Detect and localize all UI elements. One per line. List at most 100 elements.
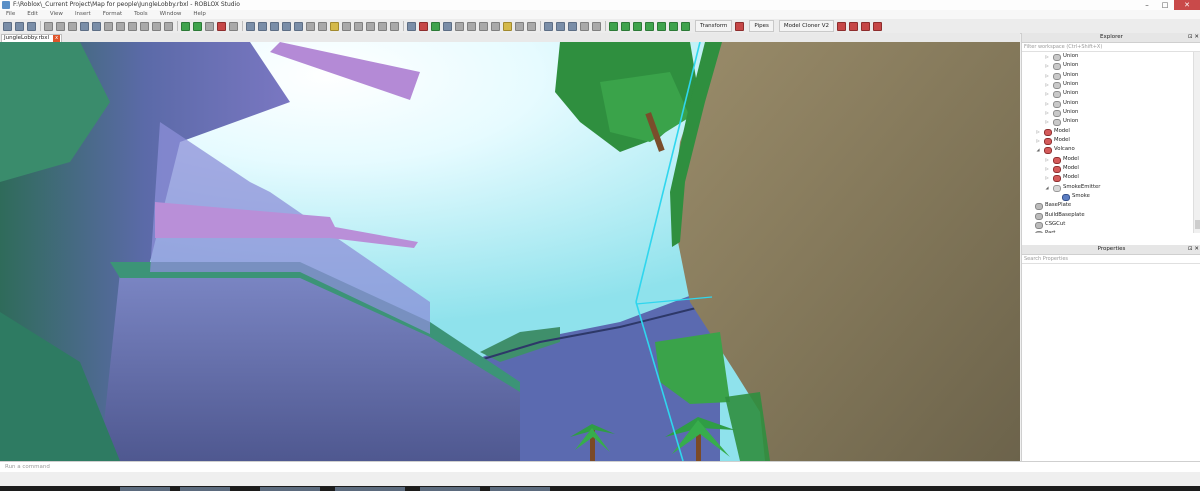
script-icon[interactable] — [294, 21, 303, 31]
terrain-icon[interactable] — [354, 21, 363, 31]
collapsed-arrow-icon[interactable]: ▷ — [1044, 52, 1050, 61]
paint-icon[interactable] — [378, 21, 387, 31]
terrain-smooth-icon[interactable] — [645, 21, 654, 31]
move-icon[interactable] — [419, 21, 428, 31]
explorer-item[interactable]: BasePlate — [1022, 201, 1200, 211]
collapsed-arrow-icon[interactable]: ▷ — [1044, 117, 1050, 126]
properties-icon[interactable] — [258, 21, 267, 31]
terrain-grow-icon[interactable] — [621, 21, 630, 31]
play-icon[interactable] — [181, 21, 190, 31]
explorer-item[interactable]: ▷ Model — [1022, 127, 1200, 136]
surface-icon[interactable] — [366, 21, 375, 31]
explorer-item[interactable]: ▷ Model — [1022, 136, 1200, 145]
help-icon[interactable] — [330, 21, 339, 31]
join-icon[interactable] — [467, 21, 476, 31]
taskbar-item[interactable] — [490, 487, 550, 491]
scrollbar-thumb[interactable] — [1195, 220, 1200, 229]
explorer-item[interactable]: ▷ Model — [1022, 155, 1200, 164]
explorer-item[interactable]: Smoke — [1022, 192, 1200, 201]
explorer-filter-input[interactable]: Filter workspace (Ctrl+Shift+X) — [1022, 43, 1200, 52]
explorer-icon[interactable] — [246, 21, 255, 31]
redo-icon[interactable] — [92, 21, 101, 31]
explorer-item[interactable]: ▷ Union — [1022, 52, 1200, 61]
part-icon[interactable] — [592, 21, 601, 31]
plugin-tool-icon[interactable] — [836, 21, 846, 31]
explorer-scrollbar[interactable] — [1193, 52, 1200, 233]
tab-close-icon[interactable]: x — [53, 35, 61, 42]
csg-union-icon[interactable] — [544, 21, 553, 31]
plugin-tool-icon[interactable] — [872, 21, 882, 31]
collapsed-arrow-icon[interactable]: ▷ — [1035, 127, 1041, 136]
properties-search-input[interactable]: Search Properties — [1022, 255, 1200, 264]
plugin-icon[interactable] — [735, 21, 745, 31]
csg-negate-icon[interactable] — [556, 21, 565, 31]
lock-icon[interactable] — [128, 21, 137, 31]
explorer-panel-buttons[interactable]: ⊡ ✕ — [1188, 33, 1199, 42]
menu-window[interactable]: Window — [154, 10, 188, 19]
zoom-icon[interactable] — [164, 21, 173, 31]
csg-separate-icon[interactable] — [568, 21, 577, 31]
expanded-arrow-icon[interactable]: ◢ — [1044, 183, 1050, 192]
menu-format[interactable]: Format — [97, 10, 128, 19]
expanded-arrow-icon[interactable]: ◢ — [1035, 145, 1041, 154]
terrain-paint-icon[interactable] — [669, 21, 678, 31]
taskbar-item[interactable] — [335, 487, 405, 491]
collapsed-arrow-icon[interactable]: ▷ — [1044, 89, 1050, 98]
taskbar-item[interactable] — [180, 487, 230, 491]
collapsed-arrow-icon[interactable]: ▷ — [1044, 164, 1050, 173]
reset-icon[interactable] — [229, 21, 238, 31]
explorer-item[interactable]: Part — [1022, 229, 1200, 233]
model-icon[interactable] — [580, 21, 589, 31]
rotate-icon[interactable] — [443, 21, 452, 31]
scale-icon[interactable] — [431, 21, 440, 31]
collapsed-arrow-icon[interactable]: ▷ — [1035, 136, 1041, 145]
cut-icon[interactable] — [44, 21, 53, 31]
material-icon[interactable] — [390, 21, 399, 31]
explorer-item[interactable]: BuildBaseplate — [1022, 211, 1200, 220]
explorer-item[interactable]: ▷ Union — [1022, 89, 1200, 99]
explorer-item[interactable]: ◢ SmokeEmitter — [1022, 183, 1200, 192]
properties-panel-buttons[interactable]: ⊡ ✕ — [1188, 245, 1199, 254]
terrain-erode-icon[interactable] — [633, 21, 642, 31]
copy-icon[interactable] — [56, 21, 65, 31]
collapsed-arrow-icon[interactable]: ▷ — [1044, 80, 1050, 89]
settings-icon[interactable] — [342, 21, 351, 31]
weld-icon[interactable] — [491, 21, 500, 31]
surface-tool-icon[interactable] — [527, 21, 536, 31]
save-icon[interactable] — [27, 21, 36, 31]
collapsed-arrow-icon[interactable]: ▷ — [1044, 99, 1050, 108]
camera-icon[interactable] — [152, 21, 161, 31]
view-icon[interactable] — [318, 21, 327, 31]
taskbar-item[interactable] — [120, 487, 170, 491]
menu-edit[interactable]: Edit — [21, 10, 44, 19]
explorer-item[interactable]: ▷ Union — [1022, 80, 1200, 89]
collapsed-arrow-icon[interactable]: ▷ — [1044, 108, 1050, 117]
menu-view[interactable]: View — [44, 10, 69, 19]
menu-help[interactable]: Help — [187, 10, 212, 19]
transform-plugin-button[interactable]: Transform — [695, 20, 733, 32]
explorer-item[interactable]: ▷ Model — [1022, 173, 1200, 183]
taskbar-item[interactable] — [420, 487, 480, 491]
anchor-icon[interactable] — [140, 21, 149, 31]
taskbar-item[interactable] — [260, 487, 320, 491]
color-icon[interactable] — [503, 21, 512, 31]
explorer-item[interactable]: ▷ Union — [1022, 108, 1200, 117]
terrain-flatten-icon[interactable] — [657, 21, 666, 31]
maximize-button[interactable]: □ — [1156, 0, 1174, 10]
pipes-plugin-button[interactable]: Pipes — [749, 20, 774, 32]
material-tool-icon[interactable] — [515, 21, 524, 31]
terrain-sea-icon[interactable] — [681, 21, 690, 31]
close-button[interactable]: ✕ — [1174, 0, 1200, 10]
explorer-item[interactable]: ▷ Union — [1022, 117, 1200, 127]
run-icon[interactable] — [193, 21, 202, 31]
command-input[interactable]: Run a command — [5, 464, 50, 470]
explorer-item[interactable]: ▷ Union — [1022, 61, 1200, 71]
undo-icon[interactable] — [80, 21, 89, 31]
ungroup-icon[interactable] — [116, 21, 125, 31]
collapsed-arrow-icon[interactable]: ▷ — [1044, 61, 1050, 70]
plugin-tool-icon[interactable] — [848, 21, 858, 31]
explorer-item[interactable]: ◢ Volcano — [1022, 145, 1200, 155]
new-icon[interactable] — [3, 21, 12, 31]
group-icon[interactable] — [104, 21, 113, 31]
stop-icon[interactable] — [217, 21, 226, 31]
